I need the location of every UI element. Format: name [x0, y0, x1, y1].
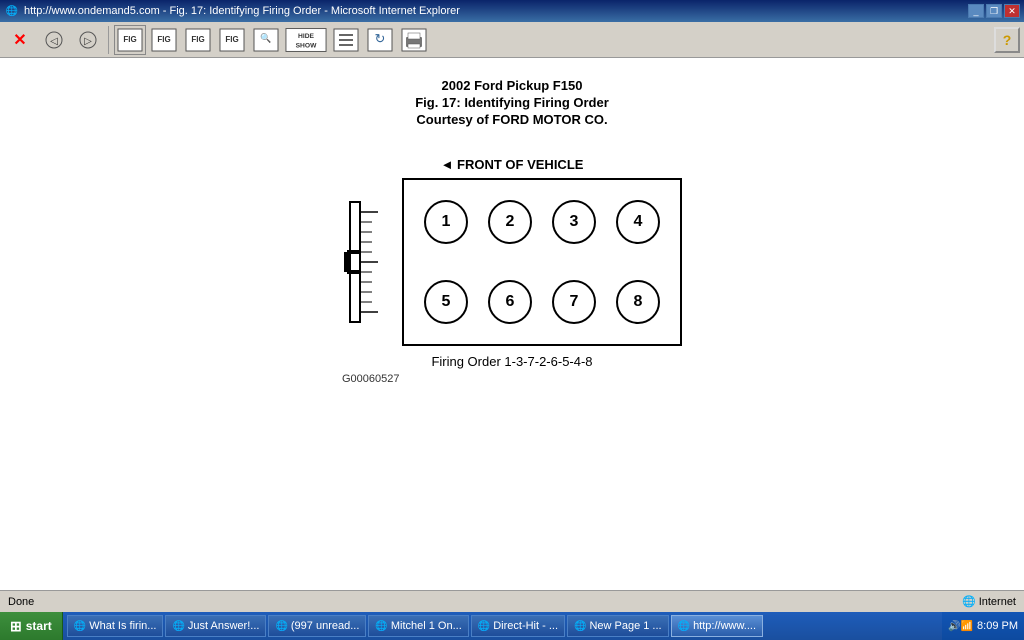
globe-icon: 🌐	[962, 595, 976, 608]
windows-logo: ⊞	[10, 618, 22, 635]
taskbar-item-label-4: Direct-Hit - ...	[493, 620, 558, 632]
tray-icons: 🔊📶	[948, 621, 973, 632]
find-btn[interactable]: 🔍	[250, 25, 282, 55]
svg-text:◁: ◁	[50, 36, 58, 47]
diagram-wrapper: 1 2 3 4 5 6 7 8	[342, 178, 682, 346]
toolbar-separator-1	[108, 26, 110, 54]
svg-text:FIG: FIG	[191, 35, 204, 44]
taskbar-item-icon-3: 🌐	[375, 621, 387, 632]
title-bar-controls: _ ❐ ✕	[968, 4, 1020, 18]
taskbar-item-6[interactable]: 🌐 http://www....	[671, 615, 763, 637]
unknown-btn[interactable]	[330, 25, 362, 55]
title-bar-left: 🌐 http://www.ondemand5.com - Fig. 17: Id…	[4, 3, 460, 19]
forward-btn[interactable]: ▷	[72, 25, 104, 55]
taskbar-item-0[interactable]: 🌐 What Is firin...	[67, 615, 164, 637]
taskbar-item-icon-4: 🌐	[478, 621, 490, 632]
zone-text: Internet	[979, 596, 1016, 608]
fig-btn-3[interactable]: FIG	[182, 25, 214, 55]
cylinder-7: 7	[552, 280, 596, 324]
cylinder-3: 3	[552, 200, 596, 244]
taskbar-item-1[interactable]: 🌐 Just Answer!...	[165, 615, 266, 637]
taskbar-item-5[interactable]: 🌐 New Page 1 ...	[567, 615, 669, 637]
taskbar-item-2[interactable]: 🌐 (997 unread...	[268, 615, 366, 637]
zone-indicator: 🌐 Internet	[962, 595, 1016, 608]
taskbar-items: 🌐 What Is firin... 🌐 Just Answer!... 🌐 (…	[63, 613, 942, 639]
taskbar-item-icon-5: 🌐	[574, 621, 586, 632]
svg-text:FIG: FIG	[123, 35, 136, 44]
svg-text:FIG: FIG	[157, 35, 170, 44]
toolbar: ✕ ◁ ▷ FIG FIG FIG FIG 🔍 HIDE SHOW ↻ ?	[0, 22, 1024, 58]
taskbar: ⊞ start 🌐 What Is firin... 🌐 Just Answer…	[0, 612, 1024, 640]
minimize-button[interactable]: _	[968, 4, 984, 18]
close-toolbar-btn[interactable]: ✕	[4, 25, 36, 55]
help-btn[interactable]: ?	[994, 27, 1020, 53]
taskbar-item-icon-2: 🌐	[275, 621, 287, 632]
taskbar-item-label-1: Just Answer!...	[188, 620, 260, 632]
fig-btn-2[interactable]: FIG	[148, 25, 180, 55]
taskbar-item-4[interactable]: 🌐 Direct-Hit - ...	[471, 615, 565, 637]
diagram-container: ◄ FRONT OF VEHICLE	[342, 157, 682, 385]
svg-text:HIDE: HIDE	[298, 33, 314, 40]
cylinder-4: 4	[616, 200, 660, 244]
start-button[interactable]: ⊞ start	[0, 612, 63, 640]
taskbar-item-icon-1: 🌐	[172, 621, 184, 632]
taskbar-item-icon-0: 🌐	[74, 621, 86, 632]
taskbar-item-3[interactable]: 🌐 Mitchel 1 On...	[368, 615, 468, 637]
engine-block: 1 2 3 4 5 6 7 8	[402, 178, 682, 346]
front-label: ◄ FRONT OF VEHICLE	[342, 157, 682, 172]
close-window-button[interactable]: ✕	[1004, 4, 1020, 18]
taskbar-item-label-6: http://www....	[693, 620, 756, 632]
status-text: Done	[8, 596, 952, 608]
cylinder-2: 2	[488, 200, 532, 244]
fig-btn-4[interactable]: FIG	[216, 25, 248, 55]
cylinder-5: 5	[424, 280, 468, 324]
firing-order-text: Firing Order 1-3-7-2-6-5-4-8	[342, 354, 682, 369]
ie-icon: 🌐	[4, 3, 20, 19]
svg-text:FIG: FIG	[225, 35, 238, 44]
back-btn[interactable]: ◁	[38, 25, 70, 55]
taskbar-item-label-5: New Page 1 ...	[589, 620, 661, 632]
taskbar-item-label-2: (997 unread...	[291, 620, 360, 632]
hide-show-btn[interactable]: HIDE SHOW	[284, 25, 328, 55]
cylinder-row-bottom: 5 6 7 8	[424, 280, 660, 324]
clock: 8:09 PM	[977, 620, 1018, 632]
title-bar-text: http://www.ondemand5.com - Fig. 17: Iden…	[24, 5, 460, 17]
status-bar: Done 🌐 Internet	[0, 590, 1024, 612]
taskbar-item-label-0: What Is firin...	[89, 620, 156, 632]
svg-text:▷: ▷	[84, 36, 92, 47]
print-btn[interactable]	[398, 25, 430, 55]
restore-button[interactable]: ❐	[986, 4, 1002, 18]
svg-text:↻: ↻	[375, 31, 386, 46]
taskbar-tray: 🔊📶 8:09 PM	[942, 612, 1024, 640]
svg-text:SHOW: SHOW	[296, 42, 317, 49]
diagram-code: G00060527	[342, 373, 682, 385]
status-right: 🌐 Internet	[962, 595, 1016, 608]
refresh-btn[interactable]: ↻	[364, 25, 396, 55]
page-subtitle: Fig. 17: Identifying Firing Order	[20, 95, 1004, 110]
cylinder-6: 6	[488, 280, 532, 324]
taskbar-item-icon-6: 🌐	[678, 621, 690, 632]
cylinder-row-top: 1 2 3 4	[424, 200, 660, 244]
taskbar-item-label-3: Mitchel 1 On...	[391, 620, 462, 632]
cylinder-1: 1	[424, 200, 468, 244]
crankshaft-diagram	[342, 182, 402, 342]
page-title: 2002 Ford Pickup F150	[20, 78, 1004, 93]
fig-btn-1[interactable]: FIG	[114, 25, 146, 55]
content-area: 2002 Ford Pickup F150 Fig. 17: Identifyi…	[0, 58, 1024, 590]
page-credit: Courtesy of FORD MOTOR CO.	[20, 112, 1004, 127]
start-label: start	[26, 619, 52, 633]
title-bar: 🌐 http://www.ondemand5.com - Fig. 17: Id…	[0, 0, 1024, 22]
cylinder-8: 8	[616, 280, 660, 324]
svg-text:🔍: 🔍	[260, 32, 271, 43]
